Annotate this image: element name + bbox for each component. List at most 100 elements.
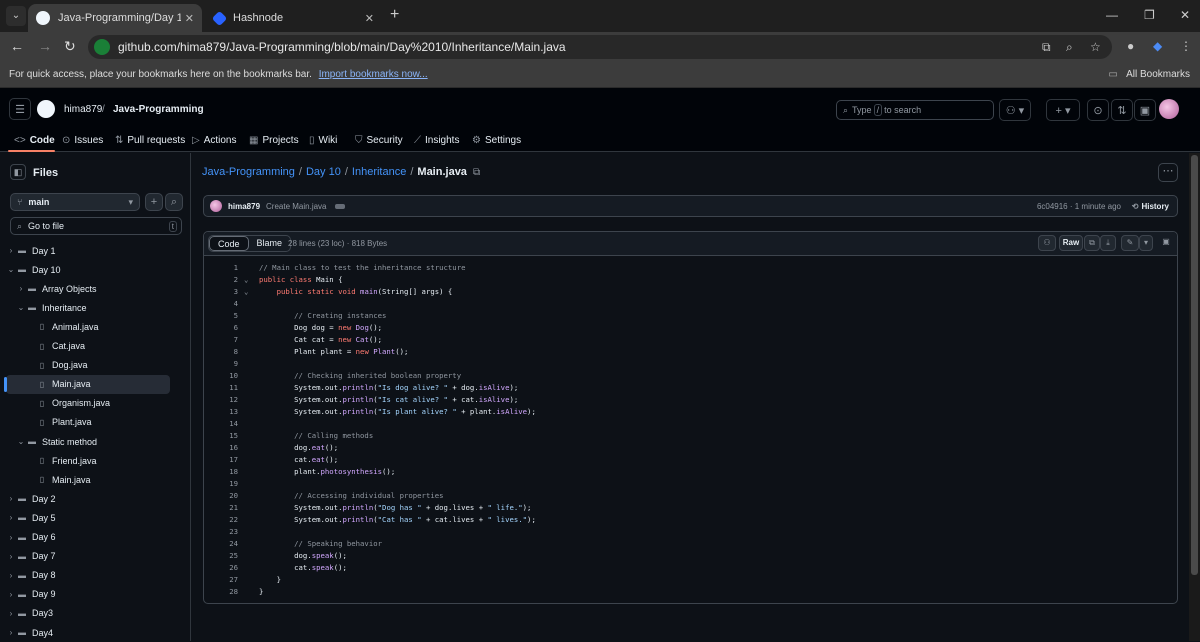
tree-file[interactable]: ▯ Dog.java <box>6 356 170 375</box>
chevron-right-icon[interactable]: › <box>6 628 16 637</box>
chevron-right-icon[interactable]: › <box>16 284 26 293</box>
repo-link[interactable]: Java-Programming <box>113 104 204 115</box>
commit-message[interactable]: Create Main.java <box>266 202 326 211</box>
tree-folder[interactable]: ⌄ ▬ Inheritance <box>6 298 170 317</box>
tree-folder[interactable]: › ▬ Day3 <box>6 604 170 623</box>
tab-pull-requests[interactable]: ⇅ Pull requests <box>115 133 185 147</box>
profile-icon[interactable]: ● <box>1127 39 1134 53</box>
line-number[interactable]: 17 <box>204 454 238 466</box>
breadcrumb-repo[interactable]: Java-Programming <box>202 166 295 178</box>
line-number[interactable]: 10 <box>204 370 238 382</box>
line-number[interactable]: 16 <box>204 442 238 454</box>
site-info-icon[interactable] <box>94 39 110 55</box>
reload-icon[interactable]: ↻ <box>64 38 76 55</box>
line-number[interactable]: 11 <box>204 382 238 394</box>
tree-folder[interactable]: › ▬ Day 9 <box>6 585 170 604</box>
line-number[interactable]: 27 <box>204 574 238 586</box>
download-icon[interactable]: ⤓ <box>1100 235 1116 251</box>
line-number[interactable]: 8 <box>204 346 238 358</box>
tree-folder[interactable]: › ▬ Day 5 <box>6 508 170 527</box>
line-number[interactable]: 9 <box>204 358 238 370</box>
browser-tab-active[interactable]: Java-Programming/Day 10/Inhe ✕ <box>28 4 202 32</box>
chevron-right-icon[interactable]: › <box>6 246 16 255</box>
line-number[interactable]: 2 <box>204 274 238 286</box>
chevron-down-icon[interactable]: ⌄ <box>16 303 26 312</box>
chevron-right-icon[interactable]: › <box>6 533 16 542</box>
close-tab-icon[interactable]: ✕ <box>365 12 374 25</box>
history-button[interactable]: ⟲ History <box>1132 202 1169 211</box>
chevron-right-icon[interactable]: › <box>6 552 16 561</box>
line-number[interactable]: 20 <box>204 490 238 502</box>
tab-code[interactable]: <> Code <box>14 133 55 147</box>
tree-file[interactable]: ▯ Cat.java <box>6 337 170 356</box>
tab-search-icon[interactable]: ⌄ <box>6 6 26 26</box>
minimize-icon[interactable]: — <box>1106 8 1118 22</box>
go-to-file-input[interactable]: ⌕ Go to file t <box>10 217 182 235</box>
close-window-icon[interactable]: ✕ <box>1180 8 1190 22</box>
tree-file[interactable]: ▯ Main.java <box>6 470 170 489</box>
tab-settings[interactable]: ⚙ Settings <box>472 133 521 147</box>
fold-chevron-icon[interactable]: ⌄ <box>244 274 248 286</box>
tree-folder[interactable]: ⌄ ▬ Static method <box>6 432 170 451</box>
commit-meta[interactable]: 6c04916 · 1 minute ago <box>1037 202 1121 211</box>
menu-icon[interactable]: ☰ <box>9 98 31 120</box>
line-number[interactable]: 6 <box>204 322 238 334</box>
line-number[interactable]: 3 <box>204 286 238 298</box>
tree-folder[interactable]: › ▬ Day 6 <box>6 528 170 547</box>
search-files-button[interactable]: ⌕ <box>165 193 183 211</box>
tree-file[interactable]: ▯ Organism.java <box>6 394 170 413</box>
browser-menu-icon[interactable]: ⋮ <box>1180 39 1192 53</box>
chevron-right-icon[interactable]: › <box>6 590 16 599</box>
tree-file[interactable]: ▯ Animal.java <box>6 317 170 336</box>
tree-folder[interactable]: › ▬ Day 2 <box>6 489 170 508</box>
line-number[interactable]: 26 <box>204 562 238 574</box>
line-number[interactable]: 28 <box>204 586 238 598</box>
copy-raw-icon[interactable]: ⧉ <box>1084 235 1100 251</box>
symbols-icon[interactable]: ▣ <box>1159 235 1173 251</box>
add-file-button[interactable]: + <box>145 193 163 211</box>
github-logo-icon[interactable] <box>37 100 55 118</box>
chevron-right-icon[interactable]: › <box>6 513 16 522</box>
tab-projects[interactable]: ▦ Projects <box>249 133 299 147</box>
breadcrumb-inheritance[interactable]: Inheritance <box>352 166 406 178</box>
line-number[interactable]: 13 <box>204 406 238 418</box>
line-number[interactable]: 24 <box>204 538 238 550</box>
commit-author[interactable]: hima879 <box>228 202 260 211</box>
search-input[interactable]: ⌕ Type / to search <box>836 100 994 120</box>
line-number[interactable]: 14 <box>204 418 238 430</box>
line-number[interactable]: 4 <box>204 298 238 310</box>
zoom-icon[interactable]: ⌕ <box>1066 40 1073 55</box>
edit-icon[interactable]: ✎ <box>1121 235 1139 251</box>
line-number[interactable]: 15 <box>204 430 238 442</box>
line-number[interactable]: 22 <box>204 514 238 526</box>
import-bookmarks-link[interactable]: Import bookmarks now... <box>319 69 428 80</box>
line-number[interactable]: 5 <box>204 310 238 322</box>
inbox-icon[interactable]: ▣ <box>1134 99 1156 121</box>
chevron-down-icon[interactable]: ▾ <box>1139 235 1153 251</box>
pull-requests-icon[interactable]: ⇅ <box>1111 99 1133 121</box>
avatar[interactable] <box>1159 99 1179 119</box>
tab-security[interactable]: ⛉ Security <box>355 133 403 147</box>
bookmark-star-icon[interactable]: ☆ <box>1090 40 1101 54</box>
avatar[interactable] <box>210 200 222 212</box>
address-bar[interactable]: github.com/hima879/Java-Programming/blob… <box>88 35 1112 59</box>
tree-folder[interactable]: › ▬ Day4 <box>6 623 170 642</box>
tab-wiki[interactable]: ▯ Wiki <box>309 133 337 147</box>
more-options-button[interactable]: ⋯ <box>1158 163 1178 182</box>
restore-icon[interactable]: ❐ <box>1144 8 1155 22</box>
code-view-button[interactable]: Code <box>209 236 249 251</box>
copilot-icon[interactable]: ⚇ <box>1038 235 1056 251</box>
chevron-right-icon[interactable]: › <box>6 609 16 618</box>
url-text[interactable]: github.com/hima879/Java-Programming/blob… <box>118 40 566 54</box>
tree-folder[interactable]: ⌄ ▬ Day 10 <box>6 260 170 279</box>
breadcrumb-day10[interactable]: Day 10 <box>306 166 341 178</box>
copy-path-icon[interactable]: ⧉ <box>473 167 480 178</box>
tree-file[interactable]: ▯ Friend.java <box>6 451 170 470</box>
owner-link[interactable]: hima879 <box>64 104 102 115</box>
line-number[interactable]: 12 <box>204 394 238 406</box>
tree-folder[interactable]: › ▬ Day 8 <box>6 566 170 585</box>
line-number[interactable]: 1 <box>204 262 238 274</box>
scrollbar-thumb[interactable] <box>1191 155 1198 575</box>
chevron-right-icon[interactable]: › <box>6 571 16 580</box>
copilot-icon[interactable]: ⚇ ▾ <box>999 99 1031 121</box>
